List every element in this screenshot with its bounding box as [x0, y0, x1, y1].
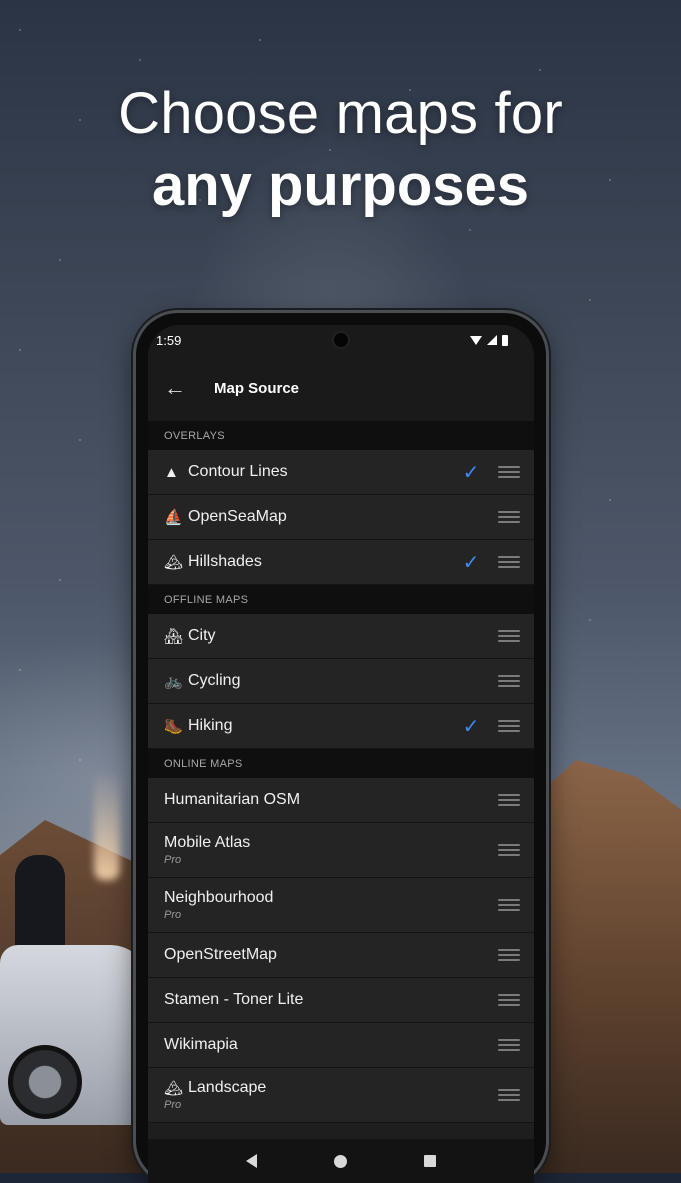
houses-icon: 🏘: [164, 628, 184, 645]
section-header-overlays: OVERLAYS: [148, 421, 534, 450]
section-header-offline-maps: OFFLINE MAPS: [148, 585, 534, 614]
item-label: Cycling: [188, 672, 241, 689]
list-item-openseamap[interactable]: ⛵ OpenSeaMap: [148, 495, 534, 540]
drag-handle-icon[interactable]: [498, 949, 520, 961]
status-bar: 1:59: [148, 325, 534, 355]
drag-handle-icon[interactable]: [498, 511, 520, 523]
list-item-contour-lines[interactable]: ▲ Contour Lines ✓: [148, 450, 534, 495]
drag-handle-icon[interactable]: [498, 466, 520, 478]
item-label: City: [188, 627, 216, 644]
sailboat-icon: ⛵: [164, 509, 183, 526]
checkmark-icon: ✓: [462, 551, 480, 574]
promo-headline: Choose maps for any purposes: [0, 80, 681, 224]
list-item-cycling[interactable]: 🚲 Cycling: [148, 659, 534, 704]
item-label: Wikimapia: [164, 1036, 238, 1053]
list-item-openstreetmap[interactable]: OpenStreetMap: [148, 933, 534, 978]
list-item-hillshades[interactable]: 🏔 Hillshades ✓: [148, 540, 534, 585]
hiking-boot-icon: 🥾: [164, 718, 183, 735]
list-item-mobile-atlas[interactable]: Mobile Atlas Pro: [148, 823, 534, 878]
drag-handle-icon[interactable]: [498, 720, 520, 732]
item-label: Neighbourhood: [164, 889, 274, 906]
triangle-icon: ▲: [164, 463, 179, 481]
nav-home-icon[interactable]: [333, 1154, 347, 1168]
mountain-icon: 🏔: [164, 1080, 184, 1097]
offline-maps-list: 🏘 City 🚲 Cycling 🥾 Hiking ✓: [148, 614, 534, 749]
item-label: Mobile Atlas: [164, 834, 251, 851]
headline-line-1: Choose maps for: [118, 81, 563, 146]
drag-handle-icon[interactable]: [498, 675, 520, 687]
item-label: Hiking: [188, 717, 233, 734]
nav-recents-icon[interactable]: [423, 1155, 436, 1167]
mountain-icon: 🏔: [164, 554, 184, 571]
phone-screen: 1:59 ← Map Source OVERLAYS ▲ Contour Line…: [148, 325, 534, 1183]
pro-badge: Pro: [164, 909, 182, 921]
app-bar: ← Map Source: [148, 355, 534, 421]
rock-formation-right: [531, 760, 681, 1173]
item-label: Contour Lines: [188, 463, 288, 480]
page-title: Map Source: [214, 379, 300, 397]
battery-icon: [502, 334, 508, 346]
drag-handle-icon[interactable]: [498, 794, 520, 806]
arrow-left-icon[interactable]: ←: [164, 375, 188, 401]
drag-handle-icon[interactable]: [498, 899, 520, 911]
item-label: OpenSeaMap: [188, 508, 287, 525]
android-nav-bar: [148, 1139, 534, 1183]
drag-handle-icon[interactable]: [498, 1039, 520, 1051]
nav-back-icon[interactable]: [246, 1154, 258, 1168]
drag-handle-icon[interactable]: [498, 1089, 520, 1101]
list-item-neighbourhood[interactable]: Neighbourhood Pro: [148, 878, 534, 933]
wifi-icon: [470, 335, 482, 345]
checkmark-icon: ✓: [462, 715, 480, 738]
item-label: Stamen - Toner Lite: [164, 991, 304, 1008]
list-item-stamen-toner-lite[interactable]: Stamen - Toner Lite: [148, 978, 534, 1023]
item-label: Hillshades: [188, 553, 262, 570]
bicycle-icon: 🚲: [164, 673, 183, 690]
front-camera: [334, 333, 348, 347]
section-header-online-maps: ONLINE MAPS: [148, 749, 534, 778]
drag-handle-icon[interactable]: [498, 844, 520, 856]
online-maps-list: Humanitarian OSM Mobile Atlas Pro Neighbo…: [148, 778, 534, 1123]
item-label: Landscape: [188, 1079, 267, 1096]
status-time: 1:59: [156, 332, 182, 348]
drag-handle-icon[interactable]: [498, 994, 520, 1006]
list-item-wikimapia[interactable]: Wikimapia: [148, 1023, 534, 1068]
list-item-landscape[interactable]: 🏔 Landscape Pro: [148, 1068, 534, 1123]
car-wheel: [8, 1045, 82, 1119]
pro-badge: Pro: [164, 1099, 182, 1111]
checkmark-icon: ✓: [462, 461, 480, 484]
signal-icon: [487, 335, 497, 345]
list-item-humanitarian-osm[interactable]: Humanitarian OSM: [148, 778, 534, 823]
flashlight-beam: [94, 770, 120, 880]
item-label: Humanitarian OSM: [164, 791, 301, 808]
drag-handle-icon[interactable]: [498, 630, 520, 642]
person-silhouette: [15, 855, 65, 950]
system-icons: [470, 334, 508, 346]
drag-handle-icon[interactable]: [498, 556, 520, 568]
item-label: OpenStreetMap: [164, 946, 277, 963]
overlays-list: ▲ Contour Lines ✓ ⛵ OpenSeaMap 🏔 Hillshades…: [148, 450, 534, 585]
headline-line-2: any purposes: [151, 153, 530, 218]
list-item-hiking[interactable]: 🥾 Hiking ✓: [148, 704, 534, 749]
list-item-city[interactable]: 🏘 City: [148, 614, 534, 659]
phone-frame: 1:59 ← Map Source OVERLAYS ▲ Contour Line…: [136, 313, 546, 1183]
pro-badge: Pro: [164, 854, 182, 866]
